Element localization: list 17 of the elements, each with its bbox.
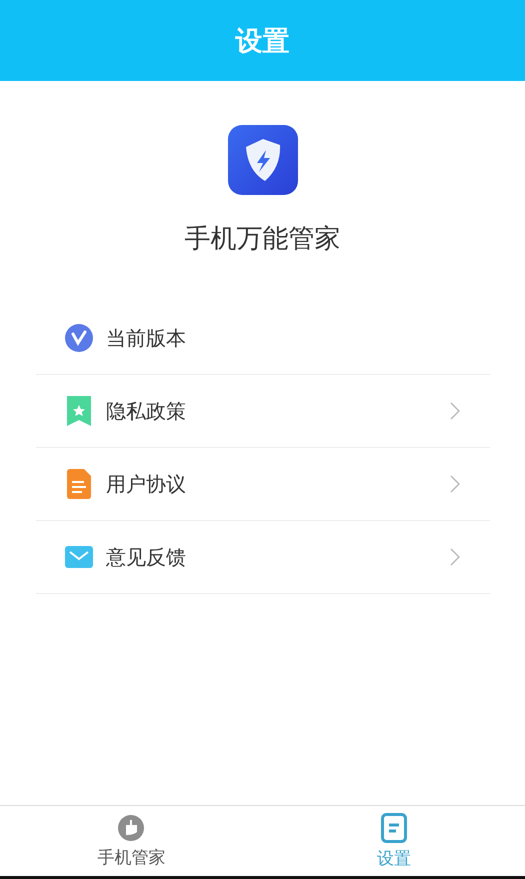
bookmark-icon bbox=[64, 396, 94, 426]
envelope-icon bbox=[64, 546, 94, 568]
menu-label: 用户协议 bbox=[106, 470, 187, 498]
app-name: 手机万能管家 bbox=[184, 223, 340, 256]
menu-item[interactable]: 用户协议 bbox=[36, 448, 490, 521]
menu-item[interactable]: 意见反馈 bbox=[36, 521, 490, 594]
page-title: 设置 bbox=[236, 24, 290, 58]
menu-label: 隐私政策 bbox=[106, 398, 187, 424]
menu-label: 当前版本 bbox=[106, 324, 187, 352]
menu-item[interactable]: 当前版本 bbox=[36, 302, 490, 375]
menu-item[interactable]: 隐私政策 bbox=[36, 375, 490, 448]
v-badge-icon bbox=[64, 324, 94, 352]
shield-logo-icon bbox=[228, 125, 298, 195]
document-icon bbox=[380, 812, 407, 842]
document-icon bbox=[64, 469, 94, 499]
nav-tab[interactable]: 手机管家 bbox=[0, 806, 262, 876]
menu-label: 意见反馈 bbox=[106, 544, 187, 570]
